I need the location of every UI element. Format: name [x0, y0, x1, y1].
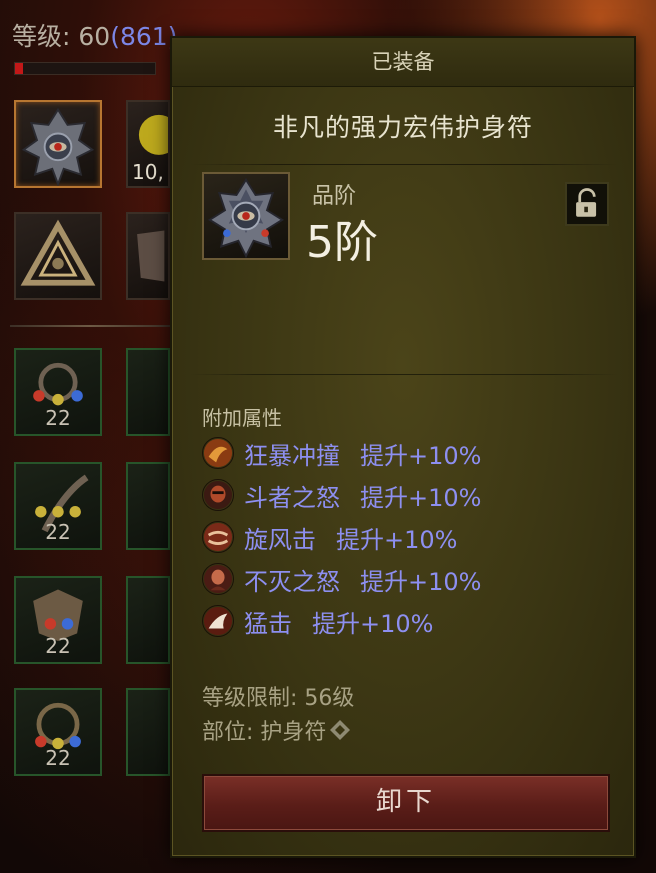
level-value: 60	[78, 22, 111, 51]
slot-stack-count: 10,	[132, 160, 164, 184]
triangle-sigil-icon	[20, 219, 96, 286]
unlocked-padlock-icon	[576, 188, 597, 217]
affix-row: 猛击 提升+10%	[202, 603, 433, 639]
title-divider	[190, 164, 618, 165]
item-name: 非凡的强力宏伟护身符	[272, 113, 533, 142]
xp-bar	[14, 62, 156, 75]
section-divider	[190, 374, 618, 375]
undying-rage-skill-icon	[202, 563, 234, 595]
lock-toggle-button[interactable]	[565, 182, 609, 226]
affix-row: 斗者之怒 提升+10%	[202, 477, 481, 513]
inventory-slot-item-3b[interactable]	[126, 576, 170, 664]
affix-skill-name: 斗者之怒	[244, 483, 340, 512]
affix-bonus: 提升+10%	[360, 441, 482, 470]
warlord-skill-icon	[202, 479, 234, 511]
affix-bonus: 提升+10%	[360, 483, 482, 512]
slot-level: 22	[45, 520, 71, 544]
level-prefix: 等级:	[12, 22, 79, 51]
slot-type-label: 部位: 护身符	[202, 720, 327, 745]
level-readout: 等级: 60(861)	[12, 17, 177, 53]
amulet-icon	[207, 177, 285, 259]
affix-row: 狂暴冲撞 提升+10%	[202, 435, 481, 471]
amulet-icon	[21, 107, 95, 186]
affix-skill-name: 旋风击	[244, 525, 316, 554]
level-requirement: 等级限制: 56级	[202, 686, 355, 711]
armor-icon	[137, 230, 165, 282]
affix-skill-name: 不灭之怒	[244, 567, 340, 596]
slot-level: 22	[45, 406, 71, 430]
inventory-slot-item-2b[interactable]	[126, 462, 170, 550]
lunge-skill-icon	[202, 605, 234, 637]
affix-bonus: 提升+10%	[312, 609, 434, 638]
inventory-slot-item-3[interactable]: 22	[14, 576, 102, 664]
inventory-slot-item-1b[interactable]	[126, 348, 170, 436]
inventory-slot-item-4b[interactable]	[126, 688, 170, 776]
inventory-slot-amulet[interactable]	[14, 100, 102, 188]
tooltip-header: 已装备	[172, 38, 634, 87]
inventory-slot-armor[interactable]	[126, 212, 170, 300]
grade-value: 5阶	[306, 217, 378, 268]
frenzy-skill-icon	[202, 437, 234, 469]
paragon-value: (861)	[110, 22, 178, 51]
xp-bar-fill	[15, 63, 24, 74]
slot-type-row: 部位: 护身符	[202, 714, 352, 746]
inventory-slot-gold[interactable]: 10,	[126, 100, 170, 188]
item-portrait	[202, 172, 290, 260]
affix-row: 旋风击 提升+10%	[202, 519, 457, 555]
inventory-slot-sigil[interactable]	[14, 212, 102, 300]
slot-level: 22	[45, 634, 71, 658]
inventory-slot-item-2[interactable]: 22	[14, 462, 102, 550]
amulet-slot-icon	[330, 720, 351, 740]
slot-level: 22	[45, 746, 71, 770]
item-tooltip-panel: 已装备 非凡的强力宏伟护身符 品阶 5阶 附加属性 狂暴冲撞 提升+10% 斗者…	[170, 36, 636, 858]
whirlwind-skill-icon	[202, 521, 234, 553]
inventory-divider	[10, 325, 170, 327]
inventory-slot-item-1[interactable]: 22	[14, 348, 102, 436]
affix-bonus: 提升+10%	[336, 525, 458, 554]
affix-skill-name: 狂暴冲撞	[244, 441, 340, 470]
affix-section-title: 附加属性	[202, 406, 282, 430]
affix-row: 不灭之怒 提升+10%	[202, 561, 481, 597]
inventory-slot-item-4[interactable]: 22	[14, 688, 102, 776]
unequip-button[interactable]: 卸下	[202, 774, 610, 832]
affix-bonus: 提升+10%	[360, 567, 482, 596]
affix-skill-name: 猛击	[244, 609, 292, 638]
